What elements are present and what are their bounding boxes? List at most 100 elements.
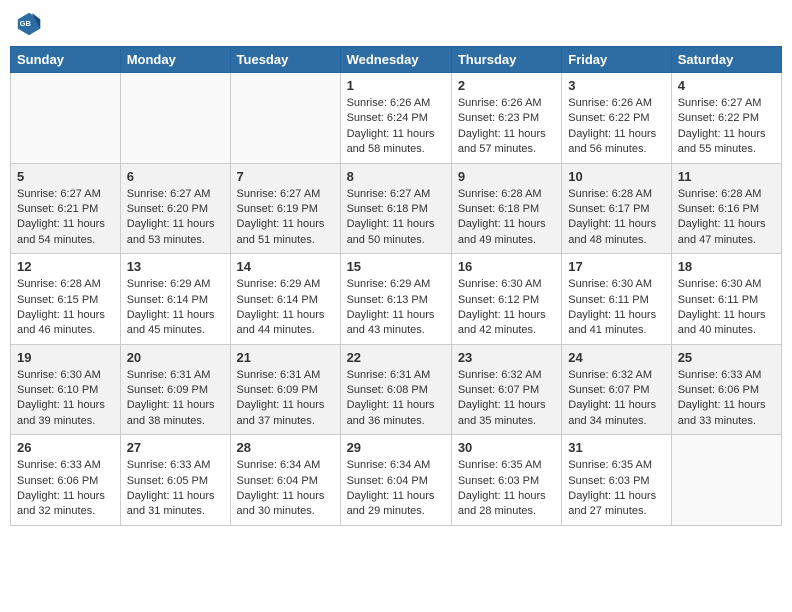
day-info: Sunrise: 6:32 AM Sunset: 6:07 PM Dayligh… [568,368,664,430]
calendar-cell [11,73,121,164]
day-number: 10 [568,169,664,184]
day-info: Sunrise: 6:26 AM Sunset: 6:24 PM Dayligh… [347,96,445,158]
calendar-cell: 5 Sunrise: 6:27 AM Sunset: 6:21 PM Daylig… [11,163,121,254]
day-number: 1 [347,78,445,93]
calendar-cell: 29 Sunrise: 6:34 AM Sunset: 6:04 PM Dayli… [340,435,451,526]
day-info: Sunrise: 6:30 AM Sunset: 6:12 PM Dayligh… [458,277,555,339]
day-number: 6 [127,169,224,184]
day-info: Sunrise: 6:33 AM Sunset: 6:06 PM Dayligh… [17,458,114,520]
day-info: Sunrise: 6:26 AM Sunset: 6:22 PM Dayligh… [568,96,664,158]
day-info: Sunrise: 6:27 AM Sunset: 6:22 PM Dayligh… [678,96,775,158]
day-number: 30 [458,440,555,455]
calendar-cell: 8Sunrise: 6:27 AM Sunset: 6:18 PM Daylig… [340,163,451,254]
calendar-cell: 22Sunrise: 6:31 AM Sunset: 6:08 PM Dayli… [340,344,451,435]
day-info: Sunrise: 6:30 AM Sunset: 6:11 PM Dayligh… [678,277,775,339]
logo-icon: GB [15,10,43,38]
calendar-cell: 13 Sunrise: 6:29 AM Sunset: 6:14 PM Dayli… [120,254,230,345]
logo: GB [15,10,47,38]
svg-text:GB: GB [20,19,32,28]
day-info: Sunrise: 6:29 AM Sunset: 6:13 PM Dayligh… [347,277,445,339]
day-number: 24 [568,350,664,365]
day-info: Sunrise: 6:31 AM Sunset: 6:09 PM Dayligh… [237,368,334,430]
day-number: 15 [347,259,445,274]
day-number: 20 [127,350,224,365]
day-info: Sunrise: 6:27 AM Sunset: 6:21 PM Dayligh… [17,187,114,249]
calendar-cell: 12 Sunrise: 6:28 AM Sunset: 6:15 PM Dayli… [11,254,121,345]
calendar-cell: 9 Sunrise: 6:28 AM Sunset: 6:18 PM Daylig… [451,163,561,254]
calendar-cell: 6 Sunrise: 6:27 AM Sunset: 6:20 PM Daylig… [120,163,230,254]
day-number: 7 [237,169,334,184]
weekday-header-thursday: Thursday [451,47,561,73]
calendar-cell: 4 Sunrise: 6:27 AM Sunset: 6:22 PM Daylig… [671,73,781,164]
day-info: Sunrise: 6:33 AM Sunset: 6:06 PM Dayligh… [678,368,775,430]
day-info: Sunrise: 6:34 AM Sunset: 6:04 PM Dayligh… [347,458,445,520]
calendar-cell [671,435,781,526]
weekday-header-friday: Friday [562,47,671,73]
day-number: 13 [127,259,224,274]
calendar-cell: 24 Sunrise: 6:32 AM Sunset: 6:07 PM Dayli… [562,344,671,435]
day-number: 12 [17,259,114,274]
week-row-2: 5 Sunrise: 6:27 AM Sunset: 6:21 PM Daylig… [11,163,782,254]
weekday-header-monday: Monday [120,47,230,73]
calendar-cell: 3 Sunrise: 6:26 AM Sunset: 6:22 PM Daylig… [562,73,671,164]
calendar-cell: 28 Sunrise: 6:34 AM Sunset: 6:04 PM Dayli… [230,435,340,526]
day-number: 9 [458,169,555,184]
week-row-5: 26 Sunrise: 6:33 AM Sunset: 6:06 PM Dayli… [11,435,782,526]
day-number: 31 [568,440,664,455]
calendar-cell: 25 Sunrise: 6:33 AM Sunset: 6:06 PM Dayli… [671,344,781,435]
day-info: Sunrise: 6:34 AM Sunset: 6:04 PM Dayligh… [237,458,334,520]
calendar-cell: 7 Sunrise: 6:27 AM Sunset: 6:19 PM Daylig… [230,163,340,254]
day-number: 16 [458,259,555,274]
day-number: 11 [678,169,775,184]
calendar-cell: 10 Sunrise: 6:28 AM Sunset: 6:17 PM Dayli… [562,163,671,254]
day-info: Sunrise: 6:33 AM Sunset: 6:05 PM Dayligh… [127,458,224,520]
day-info: Sunrise: 6:30 AM Sunset: 6:10 PM Dayligh… [17,368,114,430]
day-number: 18 [678,259,775,274]
weekday-header-wednesday: Wednesday [340,47,451,73]
day-number: 25 [678,350,775,365]
calendar-cell: 19 Sunrise: 6:30 AM Sunset: 6:10 PM Dayli… [11,344,121,435]
day-info: Sunrise: 6:35 AM Sunset: 6:03 PM Dayligh… [568,458,664,520]
calendar-cell: 17Sunrise: 6:30 AM Sunset: 6:11 PM Dayli… [562,254,671,345]
weekday-header-sunday: Sunday [11,47,121,73]
calendar-cell: 14Sunrise: 6:29 AM Sunset: 6:14 PM Dayli… [230,254,340,345]
day-info: Sunrise: 6:27 AM Sunset: 6:19 PM Dayligh… [237,187,334,249]
calendar-cell: 15 Sunrise: 6:29 AM Sunset: 6:13 PM Dayli… [340,254,451,345]
calendar-cell: 21 Sunrise: 6:31 AM Sunset: 6:09 PM Dayli… [230,344,340,435]
calendar-cell: 11Sunrise: 6:28 AM Sunset: 6:16 PM Dayli… [671,163,781,254]
day-info: Sunrise: 6:31 AM Sunset: 6:08 PM Dayligh… [347,368,445,430]
day-info: Sunrise: 6:26 AM Sunset: 6:23 PM Dayligh… [458,96,555,158]
calendar-cell: 2 Sunrise: 6:26 AM Sunset: 6:23 PM Daylig… [451,73,561,164]
calendar-cell: 18 Sunrise: 6:30 AM Sunset: 6:11 PM Dayli… [671,254,781,345]
day-info: Sunrise: 6:28 AM Sunset: 6:18 PM Dayligh… [458,187,555,249]
day-number: 27 [127,440,224,455]
calendar-cell: 23Sunrise: 6:32 AM Sunset: 6:07 PM Dayli… [451,344,561,435]
day-info: Sunrise: 6:30 AM Sunset: 6:11 PM Dayligh… [568,277,664,339]
day-info: Sunrise: 6:27 AM Sunset: 6:20 PM Dayligh… [127,187,224,249]
weekday-header-tuesday: Tuesday [230,47,340,73]
day-number: 8 [347,169,445,184]
day-number: 2 [458,78,555,93]
day-number: 19 [17,350,114,365]
day-number: 26 [17,440,114,455]
day-number: 29 [347,440,445,455]
calendar-cell: 27 Sunrise: 6:33 AM Sunset: 6:05 PM Dayli… [120,435,230,526]
day-info: Sunrise: 6:29 AM Sunset: 6:14 PM Dayligh… [127,277,224,339]
day-number: 5 [17,169,114,184]
day-number: 21 [237,350,334,365]
day-number: 28 [237,440,334,455]
day-number: 3 [568,78,664,93]
day-info: Sunrise: 6:28 AM Sunset: 6:17 PM Dayligh… [568,187,664,249]
day-info: Sunrise: 6:28 AM Sunset: 6:15 PM Dayligh… [17,277,114,339]
day-info: Sunrise: 6:31 AM Sunset: 6:09 PM Dayligh… [127,368,224,430]
day-number: 4 [678,78,775,93]
calendar-cell [230,73,340,164]
day-info: Sunrise: 6:29 AM Sunset: 6:14 PM Dayligh… [237,277,334,339]
header: GB [10,10,782,38]
calendar: SundayMondayTuesdayWednesdayThursdayFrid… [10,46,782,526]
weekday-header-saturday: Saturday [671,47,781,73]
calendar-cell: 16 Sunrise: 6:30 AM Sunset: 6:12 PM Dayli… [451,254,561,345]
calendar-cell: 30Sunrise: 6:35 AM Sunset: 6:03 PM Dayli… [451,435,561,526]
week-row-4: 19 Sunrise: 6:30 AM Sunset: 6:10 PM Dayli… [11,344,782,435]
weekday-header-row: SundayMondayTuesdayWednesdayThursdayFrid… [11,47,782,73]
